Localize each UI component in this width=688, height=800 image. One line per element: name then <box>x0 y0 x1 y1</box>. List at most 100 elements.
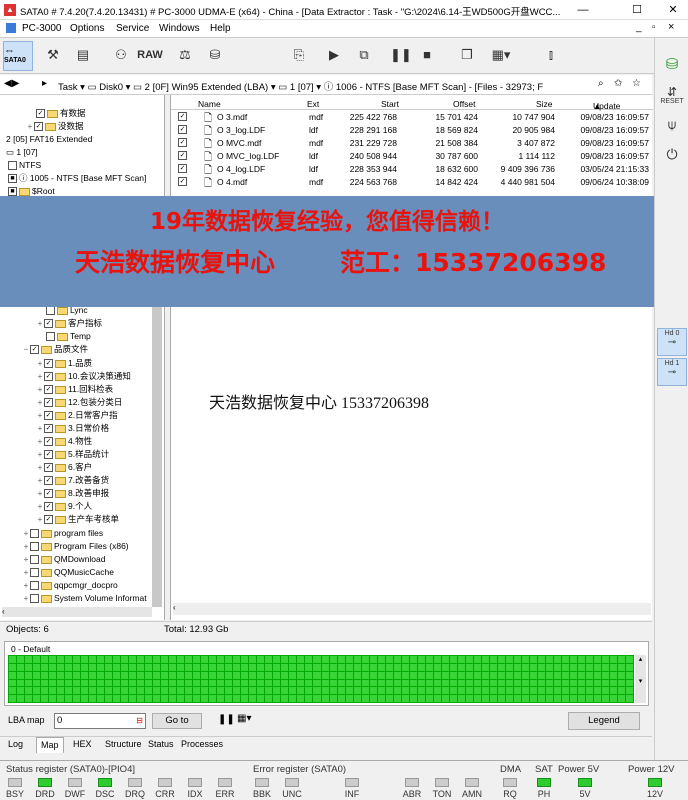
tree-item[interactable]: + QQMusicCache <box>22 566 114 579</box>
checkbox[interactable]: ■ <box>8 174 17 184</box>
checkbox[interactable]: ✓ <box>178 151 187 160</box>
menu-windows[interactable]: Windows <box>159 23 200 34</box>
mdi-maximize-button[interactable]: ▫ <box>652 22 656 33</box>
crumb-sub[interactable]: 1 [07] <box>290 82 314 93</box>
binoculars-icon[interactable]: ⚇ <box>110 42 132 68</box>
expand-icon[interactable]: + <box>36 357 44 370</box>
star-icon[interactable]: ☆ <box>632 78 641 89</box>
checkbox[interactable] <box>30 555 39 565</box>
map-scrollbar[interactable]: ▴ ▾ <box>635 655 646 703</box>
tree-item[interactable]: + ✓ 8.改善申报 <box>36 487 109 500</box>
tree-item[interactable]: + ✓ 7.改善备货 <box>36 474 109 487</box>
tree-item[interactable]: + Program Files (x86) <box>22 540 129 553</box>
tree-item[interactable]: + ✓ 1.品质 <box>36 357 92 370</box>
expand-icon[interactable]: + <box>36 422 44 435</box>
crumb-disk[interactable]: Disk0 <box>99 82 123 93</box>
database-icon[interactable]: ⛁ <box>657 57 687 88</box>
checkbox[interactable] <box>46 332 55 342</box>
tree-item[interactable]: NTFS <box>8 159 41 172</box>
tree-scan-icon[interactable]: ⧉ <box>350 42 378 68</box>
hex-icon[interactable]: ⊟ <box>136 714 143 728</box>
menu-service[interactable]: Service <box>116 23 149 34</box>
legend-button[interactable]: Legend <box>568 712 640 730</box>
checkbox[interactable]: ✓ <box>178 112 187 121</box>
tree-item[interactable]: + ✓ 11.回料检表 <box>36 383 113 396</box>
checkbox[interactable]: ✓ <box>44 476 53 486</box>
terminal-icon[interactable]: ▤ <box>72 42 94 68</box>
expand-icon[interactable]: + <box>22 553 30 566</box>
col-size[interactable]: Size <box>536 99 553 109</box>
checkbox[interactable]: ✓ <box>36 109 45 119</box>
tab-log[interactable]: Log <box>8 739 23 749</box>
tree-item[interactable]: + ✓ 生产车考核单 <box>36 513 119 526</box>
checkbox[interactable]: ✓ <box>44 450 53 460</box>
checkbox[interactable]: ✓ <box>44 359 53 369</box>
checkbox[interactable]: ✓ <box>178 164 187 173</box>
expand-icon[interactable]: + <box>36 500 44 513</box>
checkbox[interactable]: ✓ <box>44 385 53 395</box>
table-row[interactable]: ✓ 🗋 O 3.mdf mdf 225 422 768 15 701 424 10 747 … <box>171 111 653 124</box>
tree-item[interactable]: − ✓ 品质文件 <box>22 343 88 356</box>
sata-port-button[interactable]: ⇔ SATA0 <box>3 41 33 71</box>
tree-item[interactable]: + QMDownload <box>22 553 106 566</box>
tree-item[interactable]: ▭ 1 [07] <box>6 146 38 159</box>
tree-item[interactable]: + ✓ 5.样品统计 <box>36 448 109 461</box>
plug-icon[interactable]: ⏻ <box>657 147 687 178</box>
expand-icon[interactable]: + <box>22 540 30 553</box>
table-row[interactable]: ✓ 🗋 O 4.mdf mdf 224 563 768 14 842 424 4 440 9… <box>171 176 653 189</box>
menu-help[interactable]: Help <box>210 23 231 34</box>
checkbox[interactable]: ✓ <box>178 125 187 134</box>
expand-icon[interactable]: + <box>36 409 44 422</box>
checkbox[interactable]: ✓ <box>44 463 53 473</box>
tree-item[interactable]: + ✓ 客户指标 <box>36 317 102 330</box>
checkbox[interactable]: ✓ <box>44 372 53 382</box>
close-button[interactable]: ✕ <box>658 0 688 20</box>
disk-icon[interactable]: ⛁ <box>204 42 226 68</box>
tree-item[interactable]: + ✓ 9.个人 <box>36 500 92 513</box>
head1-button[interactable]: Hd 1 ⊸ <box>657 358 687 386</box>
menu-options[interactable]: Options <box>70 23 104 34</box>
collapse-icon[interactable]: − <box>22 343 30 356</box>
raw-button[interactable]: RAW <box>136 42 164 68</box>
col-ext[interactable]: Ext <box>307 99 319 109</box>
checkbox[interactable]: ✓ <box>44 489 53 499</box>
tab-status[interactable]: Status <box>148 739 174 749</box>
expand-icon[interactable]: + <box>26 120 34 133</box>
table-row[interactable]: ✓ 🗋 O 4_log.LDF ldf 228 353 944 18 632 600 9 4… <box>171 163 653 176</box>
folder-nav-icon[interactable]: ▸ <box>42 78 47 89</box>
power-icon[interactable]: ⍦ <box>657 117 687 148</box>
crumb-path[interactable]: 1006 - NTFS [Base MFT Scan] - [Files - 3… <box>336 82 543 93</box>
balance-icon[interactable]: ⚖ <box>174 42 196 68</box>
checkbox[interactable] <box>46 306 55 316</box>
expand-icon[interactable]: + <box>36 513 44 526</box>
checkbox[interactable]: ✓ <box>44 319 53 329</box>
minimize-button[interactable]: — <box>568 0 598 20</box>
tree-item[interactable]: + ✓ 12.包装分类日 <box>36 396 122 409</box>
expand-icon[interactable]: + <box>36 317 44 330</box>
copy-icon[interactable]: ❐ <box>456 42 478 68</box>
tree-item[interactable]: + ✓ 没数据 <box>26 120 84 133</box>
expand-icon[interactable]: + <box>22 592 30 605</box>
col-start[interactable]: Start <box>381 99 399 109</box>
expand-icon[interactable]: + <box>36 448 44 461</box>
stop-icon[interactable]: ■ <box>418 42 436 68</box>
table-row[interactable]: ✓ 🗋 O 3_log.LDF ldf 228 291 168 18 569 824 20 … <box>171 124 653 137</box>
checkbox[interactable]: ✓ <box>178 177 187 186</box>
checkbox[interactable]: ✓ <box>30 345 39 355</box>
pause-icon[interactable]: ❚❚ <box>218 714 235 725</box>
search-icon[interactable]: ⌕ <box>598 78 604 89</box>
checkbox[interactable] <box>30 568 39 578</box>
map-view-icon[interactable]: ▦▾ <box>237 713 251 724</box>
mdi-close-button[interactable]: × <box>668 21 674 33</box>
expand-icon[interactable]: + <box>22 527 30 540</box>
checkbox[interactable]: ✓ <box>44 424 53 434</box>
crumb-task[interactable]: Task <box>58 82 78 93</box>
table-row[interactable]: ✓ 🗋 O MVC_log.LDF ldf 240 508 944 30 787 600 1… <box>171 150 653 163</box>
expand-icon[interactable]: + <box>36 461 44 474</box>
goto-button[interactable]: Go to <box>152 713 202 729</box>
tree-item[interactable]: 2 [05] FAT16 Extended <box>6 133 92 146</box>
nav-arrows-icon[interactable]: ◀▶ <box>4 78 19 89</box>
tree-scrollbar[interactable] <box>152 307 162 607</box>
checkbox[interactable] <box>30 542 39 552</box>
checkbox[interactable]: ■ <box>8 187 17 197</box>
